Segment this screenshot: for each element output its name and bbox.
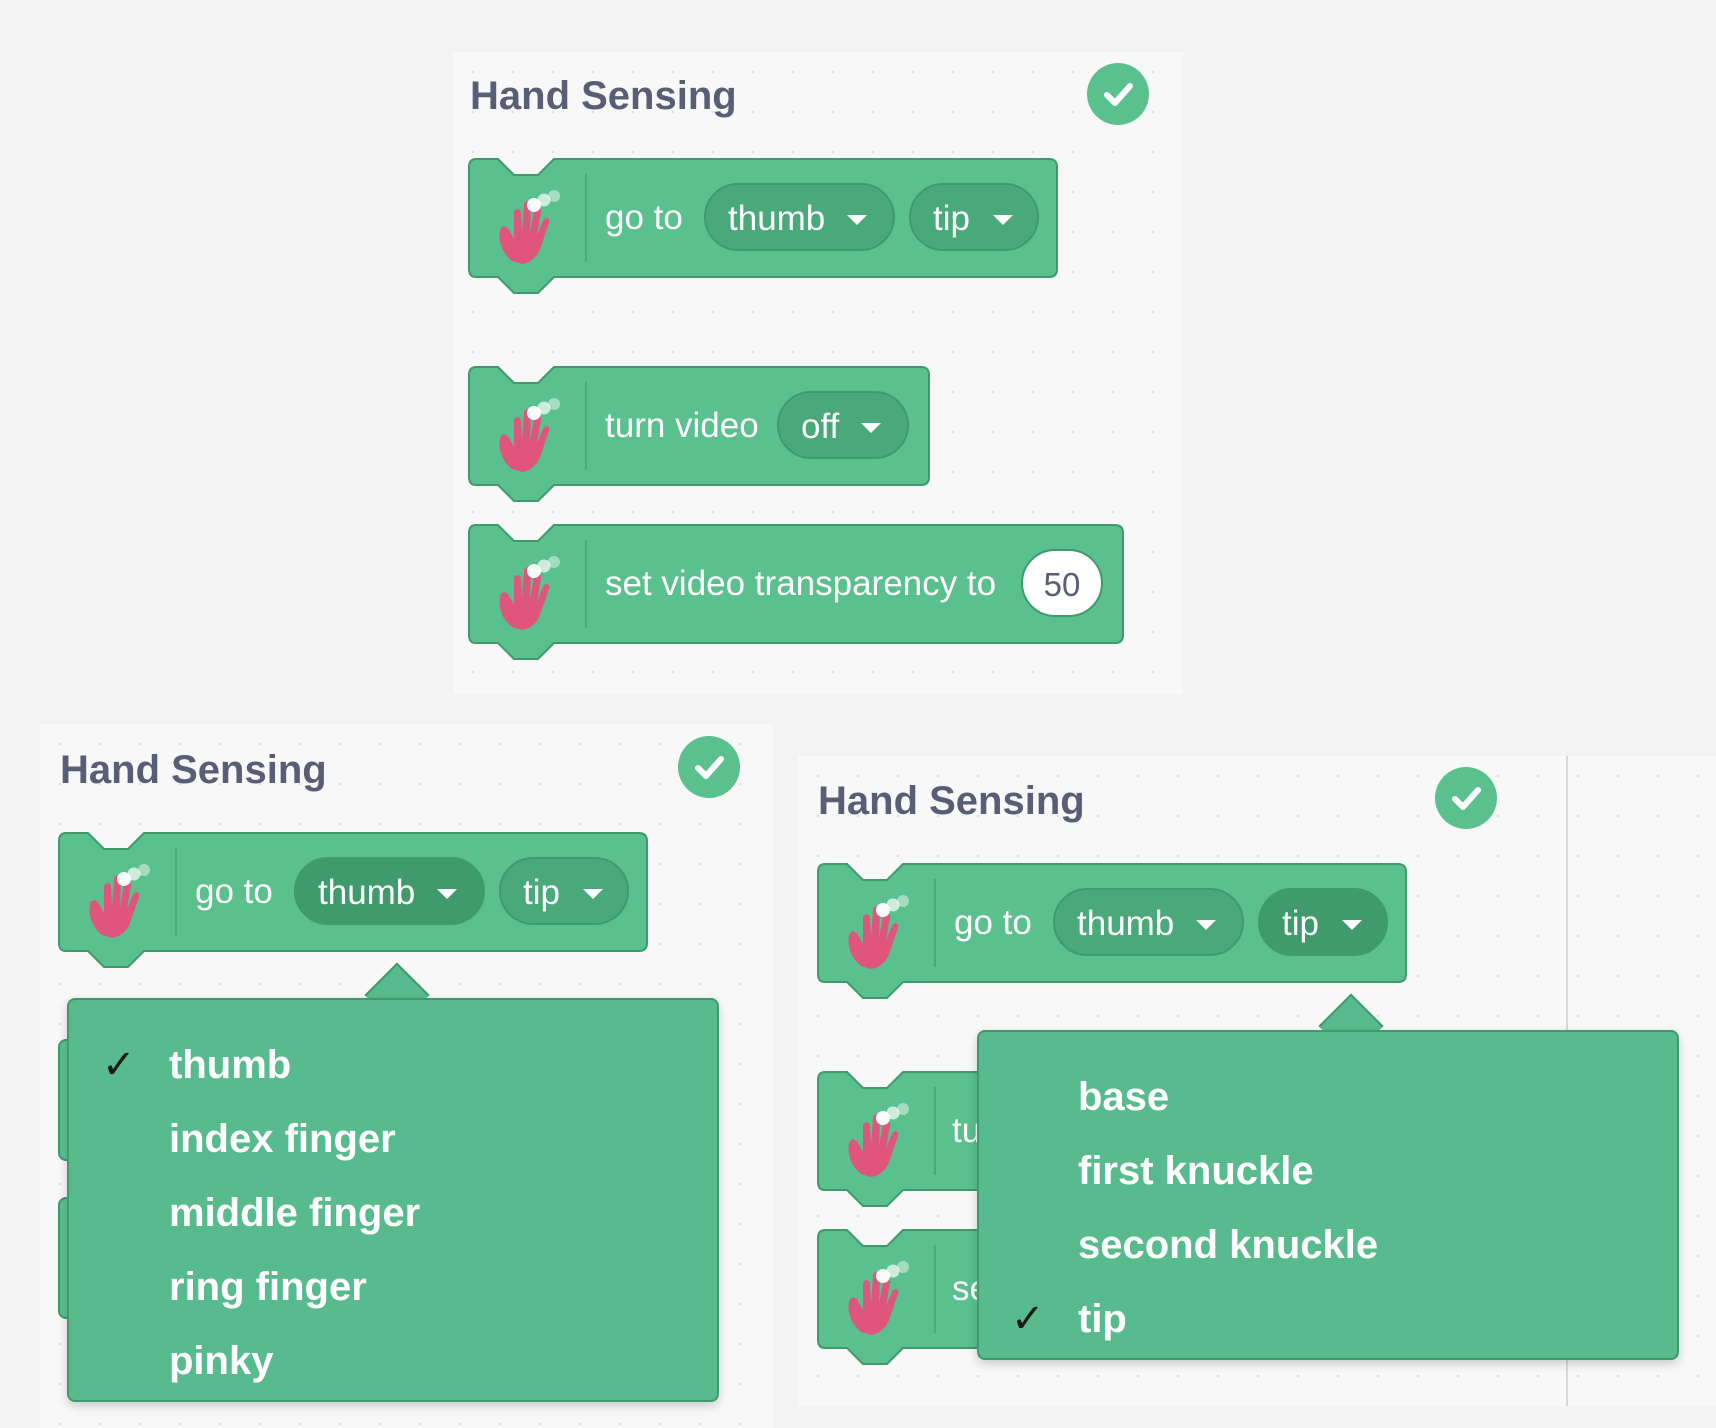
go-to-label: go to xyxy=(954,903,1032,942)
dropdown-item-pinky[interactable]: pinky xyxy=(169,1326,273,1396)
hand-sensing-icon xyxy=(78,857,160,939)
selected-check-icon: ✓ xyxy=(1011,1297,1045,1341)
finger-dropdown[interactable]: thumb xyxy=(1053,888,1244,956)
chevron-down-icon xyxy=(993,215,1013,225)
finger-dropdown[interactable]: thumb xyxy=(704,183,895,251)
palette-panel-right: Hand Sensing go to thumb tip tu se base … xyxy=(798,756,1716,1406)
video-state-dropdown[interactable]: off xyxy=(777,391,909,459)
turn-video-label: turn video xyxy=(605,406,759,445)
block-divider xyxy=(585,540,587,628)
selected-check-icon: ✓ xyxy=(102,1043,136,1087)
chevron-down-icon xyxy=(847,215,867,225)
point-dropdown-menu: base first knuckle second knuckle ✓ tip xyxy=(977,1030,1679,1360)
block-divider xyxy=(934,1087,936,1175)
point-dropdown[interactable]: tip xyxy=(909,183,1039,251)
finger-dropdown-value: thumb xyxy=(1077,904,1175,943)
dropdown-item-first-knuckle[interactable]: first knuckle xyxy=(1078,1136,1314,1206)
dropdown-item-middle-finger[interactable]: middle finger xyxy=(169,1178,420,1248)
category-title: Hand Sensing xyxy=(818,779,1085,823)
block-divider xyxy=(934,879,936,967)
extension-check-icon[interactable] xyxy=(1087,63,1149,125)
point-dropdown-value: tip xyxy=(523,873,560,912)
category-title: Hand Sensing xyxy=(470,74,737,118)
set-video-transparency-label: set video transparency to xyxy=(605,564,997,603)
chevron-down-icon xyxy=(437,889,457,899)
go-to-label: go to xyxy=(605,198,683,237)
block-divider xyxy=(934,1245,936,1333)
extension-check-icon[interactable] xyxy=(678,736,740,798)
finger-dropdown[interactable]: thumb xyxy=(294,857,485,925)
chevron-down-icon xyxy=(1196,920,1216,930)
turn-video-block[interactable]: turn video off xyxy=(468,366,930,502)
transparency-input[interactable]: 50 xyxy=(1021,549,1103,617)
block-divider xyxy=(585,382,587,470)
dropdown-item-base[interactable]: base xyxy=(1078,1062,1169,1132)
palette-panel-left: Hand Sensing go to thumb tip ✓ thumb ind… xyxy=(40,724,773,1428)
dropdown-item-index-finger[interactable]: index finger xyxy=(169,1104,396,1174)
extension-check-icon[interactable] xyxy=(1435,767,1497,829)
dropdown-item-thumb[interactable]: thumb xyxy=(169,1030,291,1100)
block-divider xyxy=(585,174,587,262)
hand-sensing-icon xyxy=(837,888,919,970)
hand-sensing-icon xyxy=(488,391,570,473)
dropdown-item-ring-finger[interactable]: ring finger xyxy=(169,1252,367,1322)
go-to-block[interactable]: go to thumb tip xyxy=(58,832,648,968)
palette-panel-top: Hand Sensing go to thumb tip turn video … xyxy=(453,52,1183,694)
point-dropdown[interactable]: tip xyxy=(1258,888,1388,956)
video-state-value: off xyxy=(801,407,840,446)
go-to-block[interactable]: go to thumb tip xyxy=(817,863,1407,999)
chevron-down-icon xyxy=(583,889,603,899)
point-dropdown-value: tip xyxy=(1282,904,1319,943)
dropdown-item-second-knuckle[interactable]: second knuckle xyxy=(1078,1210,1378,1280)
category-title: Hand Sensing xyxy=(60,748,327,792)
finger-dropdown-value: thumb xyxy=(318,873,416,912)
chevron-down-icon xyxy=(861,423,881,433)
point-dropdown-value: tip xyxy=(933,199,970,238)
hand-sensing-icon xyxy=(837,1096,919,1178)
finger-dropdown-value: thumb xyxy=(728,199,826,238)
block-divider xyxy=(175,848,177,936)
hand-sensing-icon xyxy=(488,549,570,631)
finger-dropdown-menu: ✓ thumb index finger middle finger ring … xyxy=(67,998,719,1402)
go-to-label: go to xyxy=(195,872,273,911)
chevron-down-icon xyxy=(1342,920,1362,930)
set-video-transparency-block[interactable]: set video transparency to 50 xyxy=(468,524,1124,660)
dropdown-item-tip[interactable]: tip xyxy=(1078,1284,1127,1354)
hand-sensing-icon xyxy=(488,183,570,265)
hand-sensing-icon xyxy=(837,1254,919,1336)
point-dropdown[interactable]: tip xyxy=(499,857,629,925)
go-to-block[interactable]: go to thumb tip xyxy=(468,158,1058,294)
